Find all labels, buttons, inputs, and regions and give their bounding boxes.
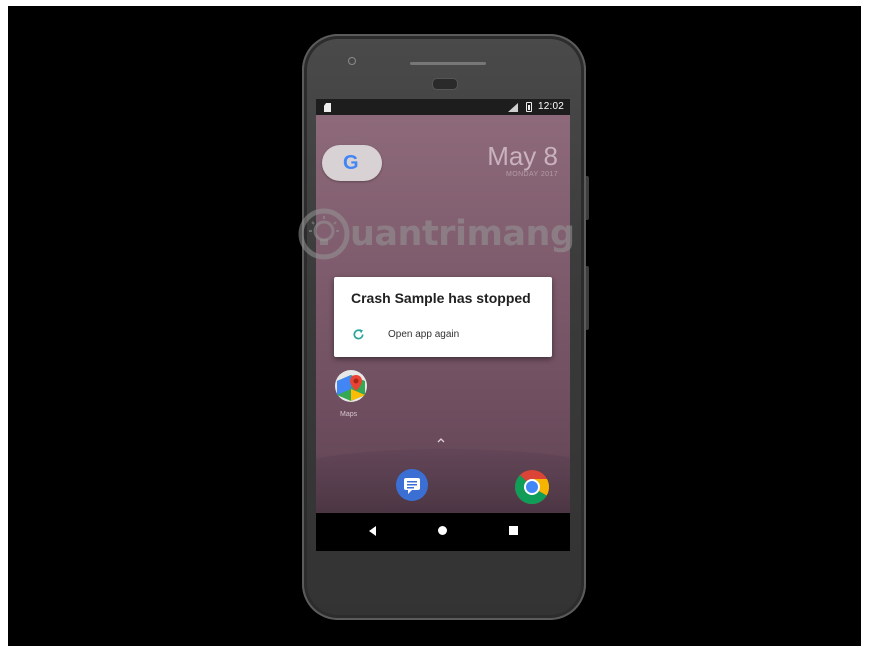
status-clock: 12:02 <box>538 101 565 112</box>
battery-icon <box>526 102 532 112</box>
status-bar: 12:02 <box>316 99 570 115</box>
power-button <box>586 176 589 220</box>
date-weekday: MONDAY 2017 <box>506 171 558 178</box>
refresh-icon <box>353 329 364 340</box>
phone-screen: 12:02 G May 8 MONDAY 2017 Maps Crash Sam… <box>316 99 570 551</box>
google-search-widget[interactable]: G <box>322 145 382 181</box>
volume-button <box>586 266 589 330</box>
app-label-maps: Maps <box>340 411 358 418</box>
front-sensor <box>348 57 356 65</box>
open-app-again-button[interactable]: Open app again <box>344 325 544 347</box>
signal-icon <box>508 103 518 112</box>
maps-icon <box>335 370 367 402</box>
dialog-title: Crash Sample has stopped <box>351 290 531 306</box>
chrome-icon[interactable] <box>514 469 550 505</box>
home-icon[interactable] <box>438 526 447 535</box>
navigation-bar <box>316 513 570 551</box>
messages-icon[interactable] <box>396 469 428 501</box>
app-crash-dialog: Crash Sample has stopped Open app again <box>334 277 552 357</box>
date-widget[interactable]: May 8 <box>487 141 558 172</box>
recents-icon[interactable] <box>509 526 518 535</box>
speaker-grille <box>410 62 486 65</box>
sim-icon <box>324 103 331 112</box>
app-drawer-caret-icon[interactable] <box>436 435 446 445</box>
open-app-again-label: Open app again <box>388 329 460 340</box>
back-icon[interactable] <box>369 526 376 536</box>
app-icon-maps[interactable]: Maps <box>332 369 372 429</box>
google-g-icon: G <box>343 152 359 174</box>
earpiece <box>432 78 458 90</box>
